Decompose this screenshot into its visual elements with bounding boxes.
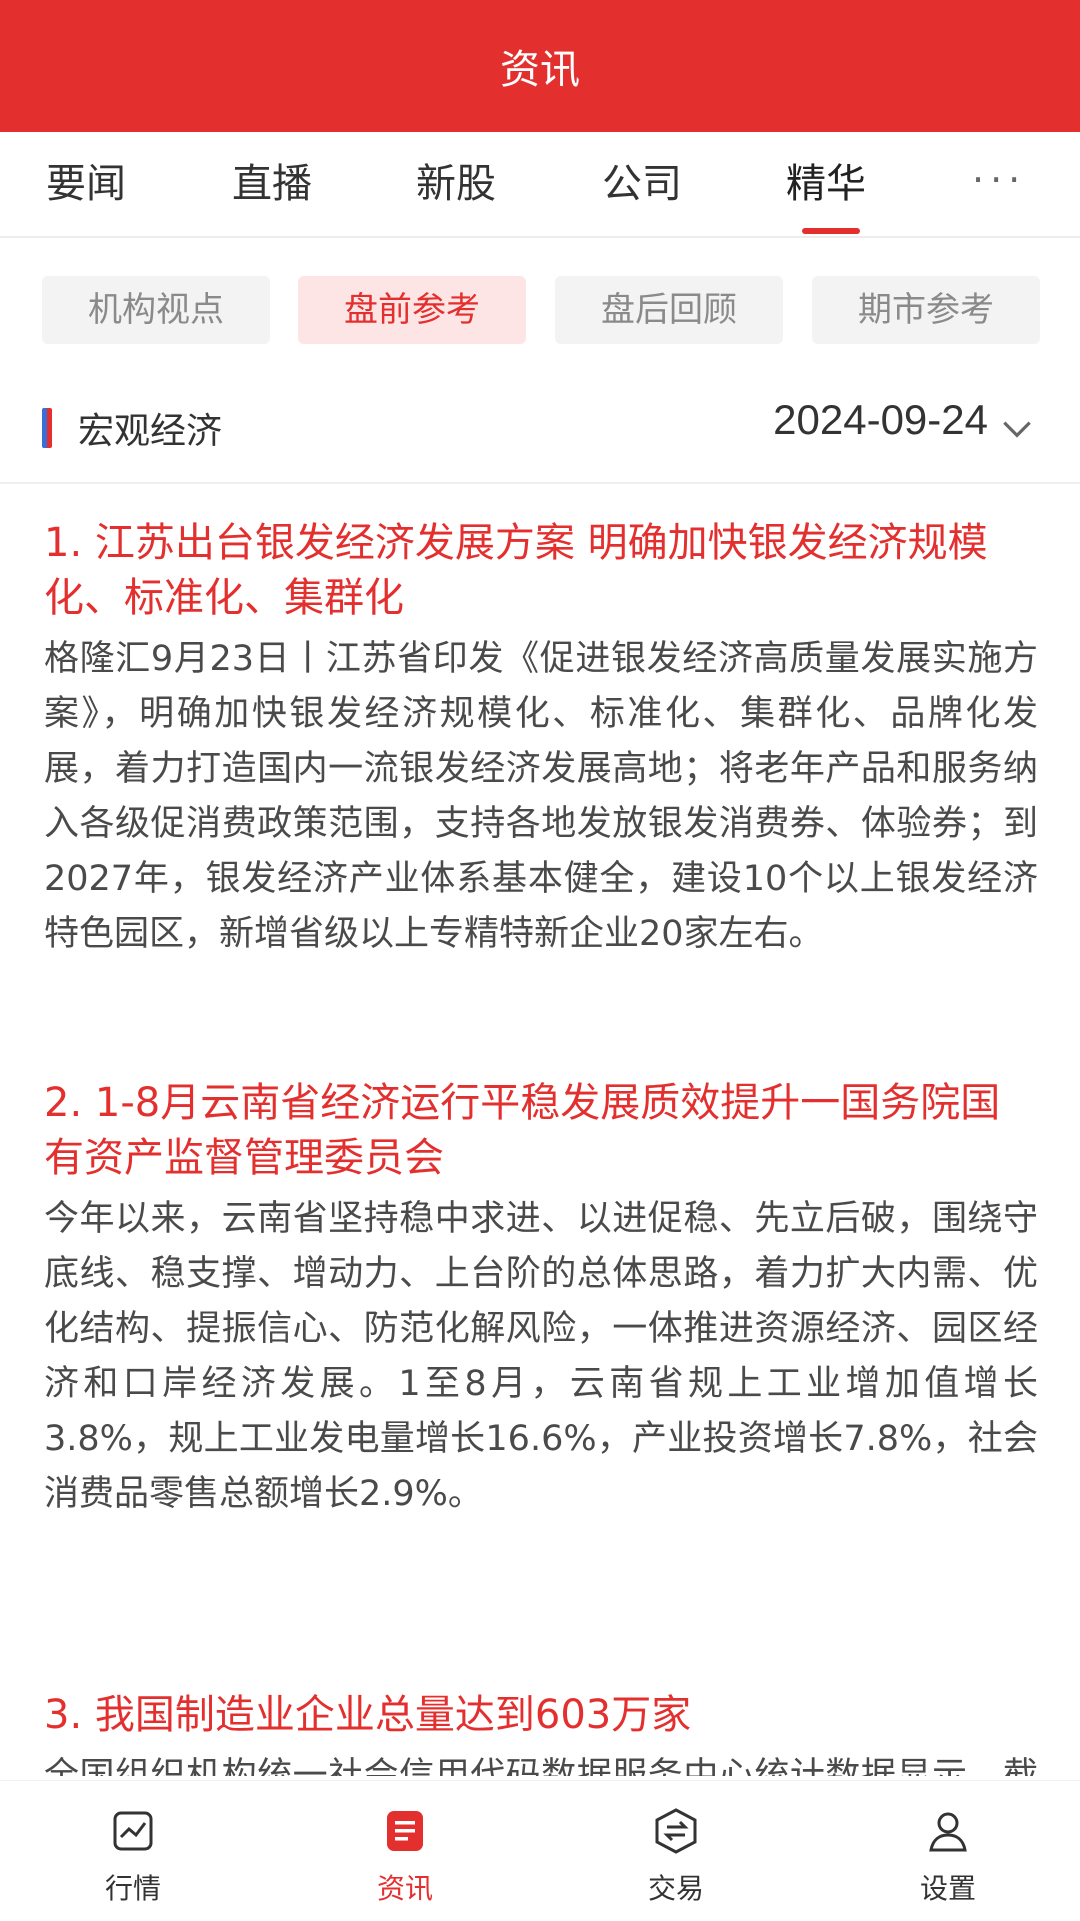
section-title: 宏观经济	[78, 411, 223, 452]
tab-new-stocks[interactable]: 新股	[416, 132, 496, 236]
chip-pre-market[interactable]: 盘前参考	[298, 276, 526, 344]
chip-futures[interactable]: 期市参考	[812, 276, 1040, 344]
news-summary: 今年以来，云南省坚持稳中求进、以进促稳、先立后破，围绕守底线、稳支撑、增动力、上…	[44, 1199, 1038, 1514]
category-chips: 机构视点 盘前参考 盘后回顾 期市参考	[0, 276, 1080, 346]
bottom-nav: 行情 资讯 交易 设置	[0, 1780, 1080, 1921]
news-summary: 全国组织机构统一社会信用代码数据服务中心统计数据显示，截至2024年8月31日，…	[44, 1756, 1038, 1776]
chart-line-icon	[113, 1811, 153, 1851]
tab-featured[interactable]: 精华	[786, 132, 866, 236]
app-header: 资讯	[0, 0, 1080, 132]
news-feed: 1. 江苏出台银发经济发展方案 明确加快银发经济规模化、标准化、集群化 格隆汇9…	[0, 486, 1080, 1776]
nav-label: 资讯	[376, 1872, 433, 1905]
nav-label: 交易	[647, 1872, 704, 1905]
chip-after-market[interactable]: 盘后回顾	[555, 276, 783, 344]
nav-news[interactable]: 资讯	[305, 1781, 505, 1921]
section-marker	[42, 408, 52, 448]
nav-market[interactable]: 行情	[33, 1781, 233, 1921]
page-title: 资讯	[500, 47, 580, 93]
exchange-icon	[655, 1808, 697, 1854]
more-tabs-button[interactable]: ···	[972, 132, 1026, 236]
news-title[interactable]: 1. 江苏出台银发经济发展方案 明确加快银发经济规模化、标准化、集群化	[44, 516, 1038, 626]
tab-headlines[interactable]: 要闻	[46, 132, 126, 236]
news-summary: 格隆汇9月23日丨江苏省印发《促进银发经济高质量发展实施方案》，明确加快银发经济…	[44, 639, 1038, 954]
date-selector[interactable]: 2024-09-24	[773, 396, 988, 444]
nav-label: 行情	[104, 1872, 161, 1905]
chip-institution-views[interactable]: 机构视点	[42, 276, 270, 344]
active-tab-indicator	[802, 228, 860, 234]
section-header: 宏观经济 2024-09-24	[0, 386, 1080, 484]
news-item[interactable]: 3. 我国制造业企业总量达到603万家 全国组织机构统一社会信用代码数据服务中心…	[44, 1688, 1038, 1776]
tab-live[interactable]: 直播	[232, 132, 312, 236]
news-title[interactable]: 2. 1-8月云南省经济运行平稳发展质效提升一国务院国有资产监督管理委员会	[44, 1076, 1038, 1186]
news-item[interactable]: 1. 江苏出台银发经济发展方案 明确加快银发经济规模化、标准化、集群化 格隆汇9…	[44, 516, 1038, 962]
news-item[interactable]: 2. 1-8月云南省经济运行平稳发展质效提升一国务院国有资产监督管理委员会 今年…	[44, 1076, 1038, 1522]
news-icon	[387, 1811, 423, 1851]
tab-company[interactable]: 公司	[602, 132, 682, 236]
user-icon	[929, 1812, 967, 1852]
nav-settings[interactable]: 设置	[848, 1781, 1048, 1921]
chevron-down-icon[interactable]	[998, 410, 1036, 448]
channel-tabs: 要闻 直播 新股 公司 精华 ···	[0, 132, 1080, 238]
news-title[interactable]: 3. 我国制造业企业总量达到603万家	[44, 1688, 1038, 1743]
nav-label: 设置	[919, 1872, 976, 1905]
nav-trade[interactable]: 交易	[576, 1781, 776, 1921]
